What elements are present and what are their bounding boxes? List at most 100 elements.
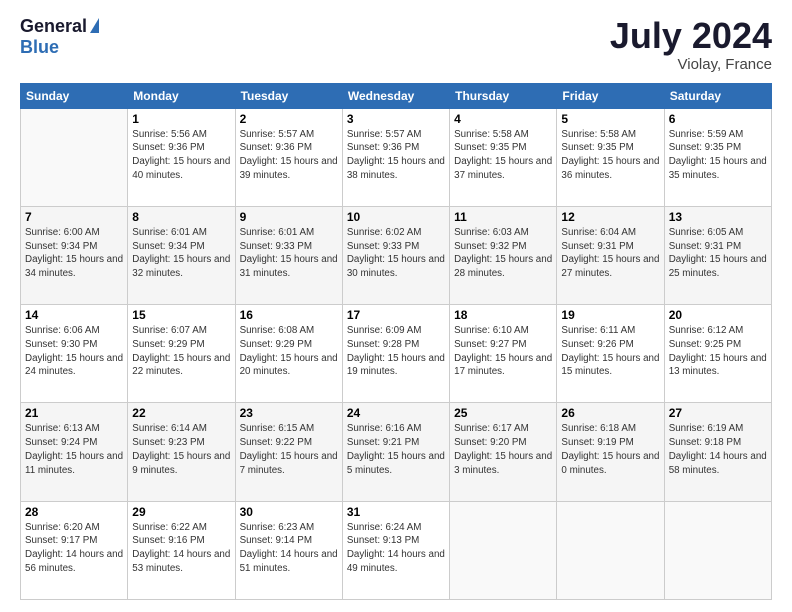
table-row: 8 Sunrise: 6:01 AMSunset: 9:34 PMDaylight… xyxy=(128,206,235,304)
month-title: July 2024 xyxy=(610,16,772,56)
day-info: Sunrise: 6:01 AMSunset: 9:33 PMDaylight:… xyxy=(240,226,338,281)
table-row: 23Sunrise: 6:15 AMSunset: 9:22 PMDayligh… xyxy=(235,403,342,501)
day-number: 1 xyxy=(132,112,230,126)
table-row: 22Sunrise: 6:14 AMSunset: 9:23 PMDayligh… xyxy=(128,403,235,501)
day-number: 13 xyxy=(669,210,767,224)
day-number: 30 xyxy=(240,505,338,519)
day-number: 3 xyxy=(347,112,445,126)
day-info: Sunrise: 6:19 AMSunset: 9:18 PMDaylight:… xyxy=(669,422,767,477)
day-info: Sunrise: 5:58 AMSunset: 9:35 PMDaylight:… xyxy=(561,128,659,183)
table-row: 5 Sunrise: 5:58 AMSunset: 9:35 PMDaylight… xyxy=(557,108,664,206)
calendar-week-row: 28 Sunrise: 6:20 AMSunset: 9:17 PMDayligh… xyxy=(21,501,772,599)
table-row: 12 Sunrise: 6:04 AMSunset: 9:31 PMDayligh… xyxy=(557,206,664,304)
table-row: 31 Sunrise: 6:24 AMSunset: 9:13 PMDayligh… xyxy=(342,501,449,599)
page: General Blue July 2024 Violay, France Su… xyxy=(0,0,792,612)
table-row xyxy=(450,501,557,599)
calendar-week-row: 14 Sunrise: 6:06 AMSunset: 9:30 PMDayligh… xyxy=(21,305,772,403)
col-friday: Friday xyxy=(557,83,664,108)
location: Violay, France xyxy=(610,56,772,73)
day-number: 19 xyxy=(561,308,659,322)
col-wednesday: Wednesday xyxy=(342,83,449,108)
table-row: 27 Sunrise: 6:19 AMSunset: 9:18 PMDayligh… xyxy=(664,403,771,501)
day-number: 11 xyxy=(454,210,552,224)
logo-triangle-icon xyxy=(90,18,99,33)
table-row xyxy=(557,501,664,599)
day-number: 29 xyxy=(132,505,230,519)
day-number: 7 xyxy=(25,210,123,224)
day-number: 23 xyxy=(240,406,338,420)
table-row: 26Sunrise: 6:18 AMSunset: 9:19 PMDayligh… xyxy=(557,403,664,501)
table-row xyxy=(664,501,771,599)
table-row: 29 Sunrise: 6:22 AMSunset: 9:16 PMDayligh… xyxy=(128,501,235,599)
day-info: Sunrise: 6:20 AMSunset: 9:17 PMDaylight:… xyxy=(25,521,123,576)
day-info: Sunrise: 6:04 AMSunset: 9:31 PMDaylight:… xyxy=(561,226,659,281)
day-info: Sunrise: 6:06 AMSunset: 9:30 PMDaylight:… xyxy=(25,324,123,379)
table-row: 18Sunrise: 6:10 AMSunset: 9:27 PMDayligh… xyxy=(450,305,557,403)
day-info: Sunrise: 6:01 AMSunset: 9:34 PMDaylight:… xyxy=(132,226,230,281)
day-number: 14 xyxy=(25,308,123,322)
table-row: 13Sunrise: 6:05 AMSunset: 9:31 PMDayligh… xyxy=(664,206,771,304)
table-row: 1 Sunrise: 5:56 AMSunset: 9:36 PMDaylight… xyxy=(128,108,235,206)
day-number: 4 xyxy=(454,112,552,126)
day-number: 25 xyxy=(454,406,552,420)
table-row: 20 Sunrise: 6:12 AMSunset: 9:25 PMDayligh… xyxy=(664,305,771,403)
day-info: Sunrise: 6:24 AMSunset: 9:13 PMDaylight:… xyxy=(347,521,445,576)
day-number: 15 xyxy=(132,308,230,322)
day-info: Sunrise: 6:16 AMSunset: 9:21 PMDaylight:… xyxy=(347,422,445,477)
day-number: 24 xyxy=(347,406,445,420)
calendar-header-row: Sunday Monday Tuesday Wednesday Thursday… xyxy=(21,83,772,108)
calendar-table: Sunday Monday Tuesday Wednesday Thursday… xyxy=(20,83,772,600)
table-row: 10Sunrise: 6:02 AMSunset: 9:33 PMDayligh… xyxy=(342,206,449,304)
table-row: 19 Sunrise: 6:11 AMSunset: 9:26 PMDayligh… xyxy=(557,305,664,403)
day-number: 2 xyxy=(240,112,338,126)
title-block: July 2024 Violay, France xyxy=(610,16,772,73)
day-number: 9 xyxy=(240,210,338,224)
day-info: Sunrise: 6:17 AMSunset: 9:20 PMDaylight:… xyxy=(454,422,552,477)
day-number: 20 xyxy=(669,308,767,322)
table-row: 30 Sunrise: 6:23 AMSunset: 9:14 PMDayligh… xyxy=(235,501,342,599)
table-row: 21 Sunrise: 6:13 AMSunset: 9:24 PMDayligh… xyxy=(21,403,128,501)
day-number: 22 xyxy=(132,406,230,420)
table-row: 16Sunrise: 6:08 AMSunset: 9:29 PMDayligh… xyxy=(235,305,342,403)
table-row: 28 Sunrise: 6:20 AMSunset: 9:17 PMDayligh… xyxy=(21,501,128,599)
table-row: 7 Sunrise: 6:00 AMSunset: 9:34 PMDaylight… xyxy=(21,206,128,304)
table-row: 14 Sunrise: 6:06 AMSunset: 9:30 PMDayligh… xyxy=(21,305,128,403)
col-tuesday: Tuesday xyxy=(235,83,342,108)
table-row xyxy=(21,108,128,206)
col-monday: Monday xyxy=(128,83,235,108)
day-info: Sunrise: 6:13 AMSunset: 9:24 PMDaylight:… xyxy=(25,422,123,477)
table-row: 11 Sunrise: 6:03 AMSunset: 9:32 PMDayligh… xyxy=(450,206,557,304)
calendar-week-row: 1 Sunrise: 5:56 AMSunset: 9:36 PMDaylight… xyxy=(21,108,772,206)
table-row: 6Sunrise: 5:59 AMSunset: 9:35 PMDaylight… xyxy=(664,108,771,206)
day-number: 28 xyxy=(25,505,123,519)
logo: General Blue xyxy=(20,16,99,58)
day-number: 27 xyxy=(669,406,767,420)
table-row: 4 Sunrise: 5:58 AMSunset: 9:35 PMDaylight… xyxy=(450,108,557,206)
calendar-week-row: 7 Sunrise: 6:00 AMSunset: 9:34 PMDaylight… xyxy=(21,206,772,304)
day-info: Sunrise: 6:22 AMSunset: 9:16 PMDaylight:… xyxy=(132,521,230,576)
table-row: 2Sunrise: 5:57 AMSunset: 9:36 PMDaylight… xyxy=(235,108,342,206)
calendar-week-row: 21 Sunrise: 6:13 AMSunset: 9:24 PMDayligh… xyxy=(21,403,772,501)
logo-blue: Blue xyxy=(20,37,59,58)
day-info: Sunrise: 6:11 AMSunset: 9:26 PMDaylight:… xyxy=(561,324,659,379)
day-number: 5 xyxy=(561,112,659,126)
day-info: Sunrise: 6:12 AMSunset: 9:25 PMDaylight:… xyxy=(669,324,767,379)
day-info: Sunrise: 6:08 AMSunset: 9:29 PMDaylight:… xyxy=(240,324,338,379)
day-info: Sunrise: 5:56 AMSunset: 9:36 PMDaylight:… xyxy=(132,128,230,183)
day-info: Sunrise: 5:57 AMSunset: 9:36 PMDaylight:… xyxy=(347,128,445,183)
day-info: Sunrise: 6:00 AMSunset: 9:34 PMDaylight:… xyxy=(25,226,123,281)
day-info: Sunrise: 6:18 AMSunset: 9:19 PMDaylight:… xyxy=(561,422,659,477)
day-info: Sunrise: 6:23 AMSunset: 9:14 PMDaylight:… xyxy=(240,521,338,576)
day-info: Sunrise: 5:58 AMSunset: 9:35 PMDaylight:… xyxy=(454,128,552,183)
day-info: Sunrise: 6:03 AMSunset: 9:32 PMDaylight:… xyxy=(454,226,552,281)
table-row: 15Sunrise: 6:07 AMSunset: 9:29 PMDayligh… xyxy=(128,305,235,403)
day-number: 6 xyxy=(669,112,767,126)
day-info: Sunrise: 6:10 AMSunset: 9:27 PMDaylight:… xyxy=(454,324,552,379)
table-row: 25 Sunrise: 6:17 AMSunset: 9:20 PMDayligh… xyxy=(450,403,557,501)
day-number: 21 xyxy=(25,406,123,420)
col-thursday: Thursday xyxy=(450,83,557,108)
day-number: 8 xyxy=(132,210,230,224)
day-number: 31 xyxy=(347,505,445,519)
day-number: 12 xyxy=(561,210,659,224)
day-number: 17 xyxy=(347,308,445,322)
